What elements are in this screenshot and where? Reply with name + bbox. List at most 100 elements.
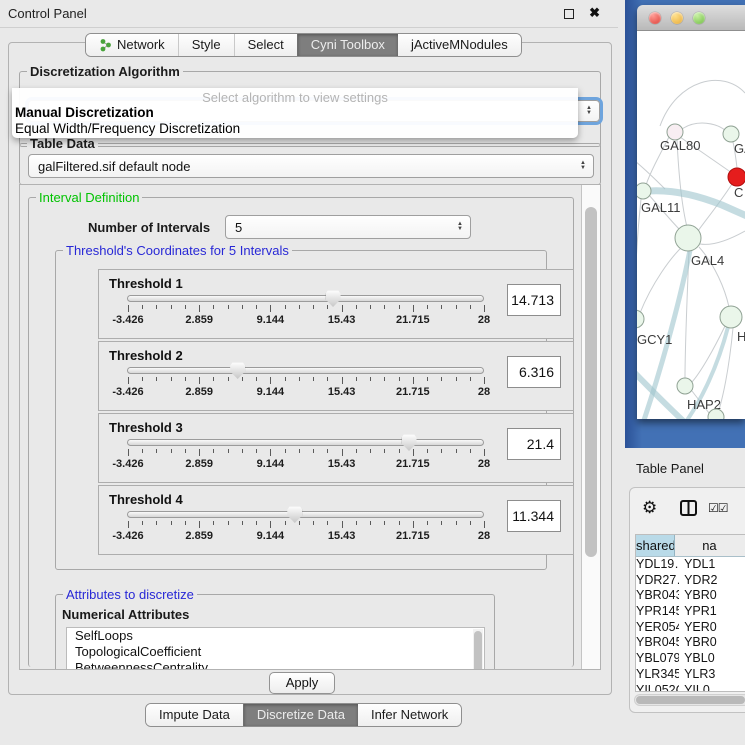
minimize-traffic-light-icon[interactable]: [671, 12, 683, 24]
apply-button[interactable]: Apply: [269, 672, 335, 694]
table-header-row: shared…na: [636, 535, 745, 557]
network-node[interactable]: [637, 183, 651, 199]
axis-tick: [228, 377, 229, 381]
table-row[interactable]: YDR27…YDR2: [636, 573, 745, 589]
network-graph: GAL80GACGAL11GAL4GCY1HHAP2: [637, 31, 745, 419]
axis-tick: [441, 377, 442, 381]
slider-track[interactable]: [127, 295, 484, 302]
network-node[interactable]: [677, 378, 693, 394]
axis-tick: [285, 521, 286, 525]
axis-tick-label: -3.426: [112, 386, 143, 398]
threshold-value-field[interactable]: 11.344: [507, 500, 561, 532]
table-row[interactable]: YBR045CYBR0: [636, 635, 745, 651]
tab-label: Network: [117, 34, 165, 56]
table-row[interactable]: YIL052CYIL0: [636, 683, 745, 692]
numerical-attributes-list[interactable]: SelfLoopsTopologicalCoefficientBetweenne…: [66, 627, 485, 670]
table-row[interactable]: YER054CYER0: [636, 620, 745, 636]
table-cell: YLR345W: [636, 667, 679, 683]
table-panel-title: Table Panel: [636, 461, 704, 476]
float-window-icon[interactable]: [564, 9, 574, 19]
network-node[interactable]: [637, 310, 644, 328]
axis-tick: [342, 305, 343, 312]
axis-tick: [342, 521, 343, 528]
algorithm-option[interactable]: Equal Width/Frequency Discretization: [15, 121, 575, 137]
network-edge: [700, 231, 745, 244]
bottom-tab-strip: Impute DataDiscretize DataInfer Network: [145, 703, 462, 727]
attribute-list-item[interactable]: TopologicalCoefficient: [67, 644, 484, 660]
axis-tick: [470, 521, 471, 525]
network-canvas[interactable]: GAL80GACGAL11GAL4GCY1HHAP2: [637, 31, 745, 419]
axis-tick: [128, 521, 129, 528]
attribute-list-item[interactable]: BetweennessCentrality: [67, 660, 484, 670]
axis-tick: [142, 449, 143, 453]
axis-tick: [285, 305, 286, 309]
column-view-icon[interactable]: [680, 500, 697, 519]
axis-tick: [370, 449, 371, 453]
tab-select[interactable]: Select: [234, 34, 297, 56]
axis-tick: [156, 377, 157, 381]
network-edge: [637, 199, 641, 311]
close-icon[interactable]: ✖: [589, 5, 600, 21]
tab-label: Select: [248, 34, 284, 56]
network-window-titlebar[interactable]: [637, 5, 745, 31]
close-traffic-light-icon[interactable]: [649, 12, 661, 24]
gear-icon[interactable]: ⚙: [642, 498, 657, 518]
network-node[interactable]: [723, 126, 739, 142]
threshold-value-field[interactable]: 21.4: [507, 428, 561, 460]
axis-tick: [185, 305, 186, 309]
network-node-label: GAL4: [691, 253, 724, 268]
slider-thumb[interactable]: [287, 506, 302, 523]
attribute-list-item[interactable]: SelfLoops: [67, 628, 484, 644]
tab-style[interactable]: Style: [178, 34, 234, 56]
algorithm-option[interactable]: Manual Discretization: [15, 105, 575, 121]
table-cell: YLR3: [679, 667, 745, 683]
settings-vertical-scrollbar[interactable]: [581, 185, 600, 669]
axis-tick: [413, 449, 414, 456]
table-row[interactable]: YBR043CYBR0: [636, 588, 745, 604]
network-window[interactable]: GAL80GACGAL11GAL4GCY1HHAP2: [637, 5, 745, 419]
axis-tick: [441, 305, 442, 309]
table-row[interactable]: YLR345WYLR3: [636, 667, 745, 683]
table-rows: YDL19…YDL1YDR27…YDR2YBR043CYBR0YPR145WYP…: [636, 557, 745, 691]
threshold-label: Threshold 2: [109, 348, 183, 363]
axis-tick-label: 2.859: [185, 530, 213, 542]
number-of-intervals-value: 5: [235, 220, 242, 235]
slider-track[interactable]: [127, 367, 484, 374]
axis-tick: [327, 449, 328, 453]
number-of-intervals-combo[interactable]: 5 ▲▼: [225, 215, 471, 239]
tab-infer-network[interactable]: Infer Network: [358, 704, 461, 726]
network-node[interactable]: [728, 168, 745, 186]
slider-thumb[interactable]: [402, 434, 417, 451]
axis-tick: [313, 521, 314, 525]
slider-thumb[interactable]: [230, 362, 245, 379]
table-row[interactable]: YDL19…YDL1: [636, 557, 745, 573]
table-row[interactable]: YPR145WYPR1: [636, 604, 745, 620]
table-horizontal-scrollbar[interactable]: [634, 694, 745, 706]
attributes-list-scrollbar[interactable]: [473, 629, 483, 670]
tab-cyni-toolbox[interactable]: Cyni Toolbox: [297, 34, 398, 56]
axis-tick: [327, 377, 328, 381]
select-columns-icon[interactable]: ☑☑: [708, 501, 728, 515]
slider-track[interactable]: [127, 511, 484, 518]
column-header[interactable]: na: [675, 535, 745, 556]
threshold-value-field[interactable]: 14.713: [507, 284, 561, 316]
axis-tick-label: 2.859: [185, 314, 213, 326]
column-header[interactable]: shared…: [636, 535, 675, 556]
network-node[interactable]: [675, 225, 701, 251]
axis-tick: [256, 377, 257, 381]
threshold-value-field[interactable]: 6.316: [507, 356, 561, 388]
axis-tick: [199, 521, 200, 528]
zoom-traffic-light-icon[interactable]: [693, 12, 705, 24]
tab-discretize-data[interactable]: Discretize Data: [243, 704, 358, 726]
tab-network[interactable]: Network: [86, 34, 178, 56]
slider-track[interactable]: [127, 439, 484, 446]
table-row[interactable]: YBL079WYBL0: [636, 651, 745, 667]
axis-tick-label: 15.43: [328, 386, 356, 398]
axis-tick: [242, 377, 243, 381]
tab-impute-data[interactable]: Impute Data: [146, 704, 243, 726]
tab-jactivemnodules[interactable]: jActiveMNodules: [398, 34, 521, 56]
axis-tick: [242, 449, 243, 453]
table-data-combo[interactable]: galFiltered.sif default node ▲▼: [28, 154, 594, 178]
axis-tick: [242, 521, 243, 525]
network-node[interactable]: [720, 306, 742, 328]
